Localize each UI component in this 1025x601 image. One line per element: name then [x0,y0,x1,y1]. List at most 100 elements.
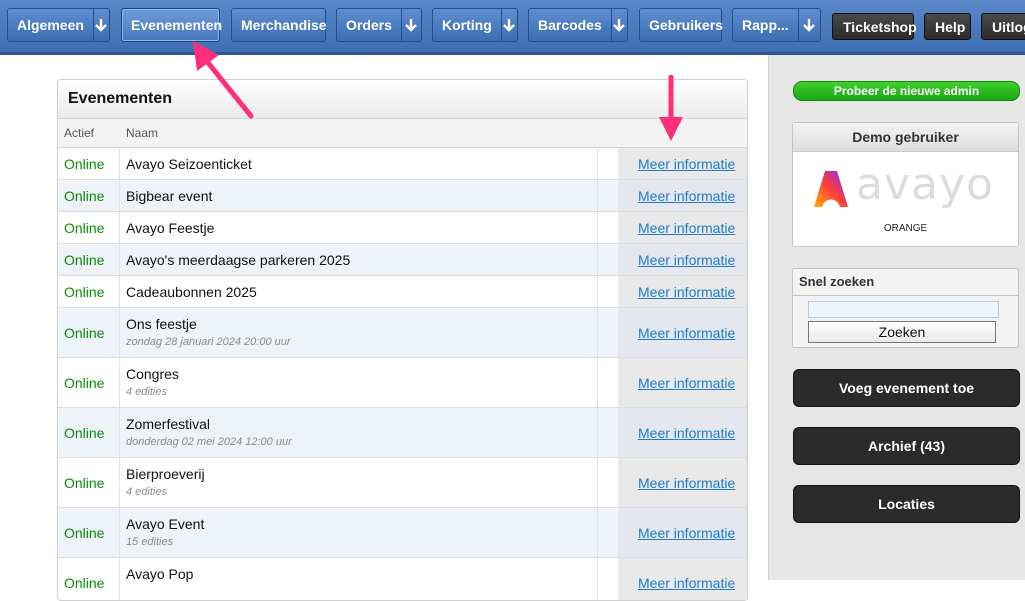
nav-korting[interactable]: Korting [432,8,518,42]
column-header-status[interactable]: Actief [64,126,94,140]
divider [119,180,120,211]
nav-label: Uitlog [992,18,1025,35]
arrow-down-icon[interactable] [500,9,517,41]
divider [119,308,120,357]
nav-label: Orders [346,17,392,33]
event-name[interactable]: Zomerfestival [126,416,210,432]
top-nav-bar: Algemeen Evenementen Merchandise Orders … [0,0,1025,55]
event-name[interactable]: Cadeaubonnen 2025 [126,284,257,300]
archive-button[interactable]: Archief (43) [793,427,1020,465]
nav-gebruikers[interactable]: Gebruikers [639,8,723,42]
column-header-name[interactable]: Naam [126,126,158,140]
arrow-down-icon[interactable] [92,9,109,41]
divider [597,244,598,275]
nav-help[interactable]: Help [924,13,971,40]
status-label: Online [64,252,105,268]
more-info-link[interactable]: Meer informatie [638,252,735,268]
arrow-down-icon[interactable] [797,9,820,41]
more-info-link[interactable]: Meer informatie [638,475,735,491]
status-label: Online [64,375,105,391]
divider [119,148,120,179]
event-name[interactable]: Avayo Seizoenticket [126,156,252,172]
nav-algemeen[interactable]: Algemeen [7,8,110,42]
more-info-link[interactable]: Meer informatie [638,375,735,391]
table-row: Online Ons feestje zondag 28 januari 202… [58,308,747,358]
status-label: Online [64,525,105,541]
avayo-logo-icon [814,171,848,207]
nav-label: Ticketshop [843,18,917,35]
quick-search-title: Snel zoeken [793,269,1018,296]
nav-barcodes[interactable]: Barcodes [528,8,628,42]
event-name[interactable]: Congres [126,366,179,382]
divider [119,212,120,243]
try-new-admin-button[interactable]: Probeer de nieuwe admin [793,81,1020,101]
nav-label: Gebruikers [649,17,723,33]
nav-ticketshop[interactable]: Ticketshop [832,13,917,40]
nav-label: Korting [442,17,492,33]
nav-label: Barcodes [538,17,602,33]
status-label: Online [64,284,105,300]
event-name[interactable]: Avayo's meerdaagse parkeren 2025 [126,252,350,268]
status-label: Online [64,325,105,341]
nav-label: Help [935,18,966,35]
main-content: Evenementen Actief Naam Online Avayo Sei… [0,41,768,601]
table-row: Online Avayo Feestje Meer informatie [58,212,747,244]
divider [119,276,120,307]
more-info-link[interactable]: Meer informatie [638,525,735,541]
more-info-link[interactable]: Meer informatie [638,425,735,441]
event-subtitle: 4 edities [126,386,167,398]
event-subtitle: 15 edities [126,536,174,548]
more-info-link[interactable]: Meer informatie [638,188,735,204]
table-row: Online Cadeaubonnen 2025 Meer informatie [58,276,747,308]
event-name[interactable]: Avayo Feestje [126,220,214,236]
status-label: Online [64,156,105,172]
panel-title: Evenementen [58,80,747,119]
status-label: Online [64,425,105,441]
quick-search-input[interactable] [808,301,999,318]
locations-button[interactable]: Locaties [793,485,1020,523]
status-label: Online [64,188,105,204]
divider [119,508,120,557]
event-name[interactable]: Bierproeverij [126,466,205,482]
table-row: Online Avayo Event 15 edities Meer infor… [58,508,747,558]
divider [597,408,598,457]
divider [597,358,598,407]
add-event-button[interactable]: Voeg evenement toe [793,369,1020,407]
divider [119,358,120,407]
divider [597,212,598,243]
more-info-link[interactable]: Meer informatie [638,156,735,172]
divider [597,308,598,357]
table-row: Online Bigbear event Meer informatie [58,180,747,212]
event-name[interactable]: Ons feestje [126,316,197,332]
more-info-link[interactable]: Meer informatie [638,284,735,300]
more-info-link[interactable]: Meer informatie [638,575,735,591]
nav-rapportages[interactable]: Rapp... [732,8,821,42]
table-row: Online Zomerfestival donderdag 02 mei 20… [58,408,747,458]
divider [597,508,598,557]
nav-logout[interactable]: Uitlog [981,13,1025,40]
demo-user-box: Demo gebruiker avayo ORANGE [792,122,1019,247]
search-button[interactable]: Zoeken [808,321,996,343]
more-info-link[interactable]: Meer informatie [638,325,735,341]
divider [597,180,598,211]
table-row: Online Congres 4 edities Meer informatie [58,358,747,408]
logo-text: avayo [856,159,994,210]
event-subtitle: zondag 28 januari 2024 20:00 uur [126,336,291,348]
arrow-down-icon[interactable] [400,9,421,41]
divider [597,276,598,307]
event-name[interactable]: Bigbear event [126,188,212,204]
arrow-down-icon[interactable] [610,9,627,41]
nav-label: Rapp... [742,17,789,33]
status-label: Online [64,220,105,236]
table-header: Actief Naam [58,119,747,148]
event-name[interactable]: Avayo Event [126,516,204,532]
annotation-arrow-icon [659,75,683,141]
divider [119,458,120,507]
divider [597,458,598,507]
nav-orders[interactable]: Orders [336,8,422,42]
divider [119,408,120,457]
table-row: Online Avayo's meerdaagse parkeren 2025 … [58,244,747,276]
more-info-link[interactable]: Meer informatie [638,220,735,236]
demo-user-title: Demo gebruiker [793,123,1018,152]
divider [119,244,120,275]
